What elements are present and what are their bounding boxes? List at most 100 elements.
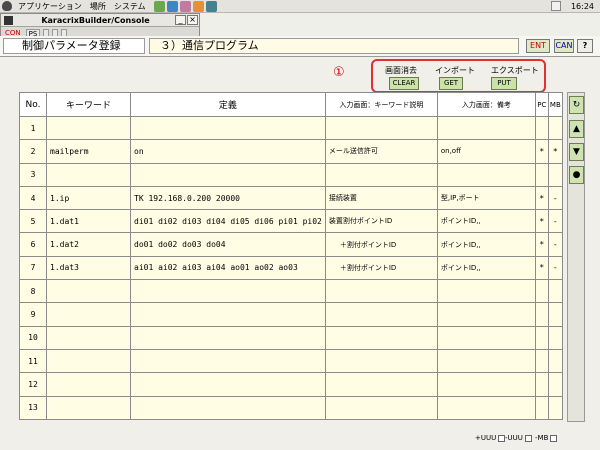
launcher-icon-2[interactable] xyxy=(166,0,178,12)
table-row[interactable]: 13 xyxy=(19,395,563,420)
description-cell[interactable] xyxy=(324,279,438,304)
description-cell[interactable]: ＋割付ポイントID xyxy=(324,255,438,281)
mb-flag-cell[interactable] xyxy=(547,348,563,374)
definition-cell[interactable] xyxy=(130,279,326,304)
mb-flag-cell[interactable]: - xyxy=(547,185,563,211)
launcher-icon-4[interactable] xyxy=(192,0,204,12)
plus-uuu-option[interactable]: +UUU xyxy=(475,434,506,442)
note-cell[interactable] xyxy=(436,325,536,350)
pc-flag-cell[interactable] xyxy=(534,325,549,350)
mb-flag-cell[interactable] xyxy=(547,162,563,187)
keyword-cell[interactable] xyxy=(46,162,131,187)
pc-flag-cell[interactable] xyxy=(534,372,549,397)
pc-flag-cell[interactable] xyxy=(534,115,549,141)
keyword-cell[interactable] xyxy=(46,348,131,374)
put-button[interactable]: PUT xyxy=(491,77,517,90)
menu-places[interactable]: 場所 xyxy=(86,1,110,12)
keyword-cell[interactable] xyxy=(46,395,131,420)
table-row[interactable]: 1 xyxy=(19,115,563,141)
pc-flag-cell[interactable] xyxy=(534,162,549,187)
gnome-foot-icon[interactable] xyxy=(2,1,12,11)
description-cell[interactable] xyxy=(324,325,438,350)
console-titlebar[interactable]: KaracrixBuilder/Console _ × xyxy=(1,14,199,27)
note-cell[interactable]: ポイントID,, xyxy=(436,255,536,281)
description-cell[interactable]: ＋割付ポイントID xyxy=(324,232,438,257)
note-cell[interactable] xyxy=(436,279,536,304)
table-row[interactable]: 3 xyxy=(19,162,563,187)
mb-flag-cell[interactable]: - xyxy=(547,232,563,257)
keyword-cell[interactable] xyxy=(46,279,131,304)
mb-flag-cell[interactable] xyxy=(547,372,563,397)
notification-icon[interactable] xyxy=(550,1,561,11)
note-cell[interactable]: 型,IP,ポート xyxy=(436,185,536,211)
move-down-icon[interactable]: ▼ xyxy=(569,143,584,161)
pc-flag-cell[interactable]: * xyxy=(534,255,549,281)
keyword-cell[interactable]: mailperm xyxy=(46,139,131,164)
minus-mb-checkbox[interactable] xyxy=(550,434,558,442)
pc-flag-cell[interactable] xyxy=(534,395,549,420)
definition-cell[interactable] xyxy=(130,348,326,374)
mb-flag-cell[interactable] xyxy=(547,302,563,327)
mb-flag-cell[interactable] xyxy=(547,325,563,350)
note-cell[interactable] xyxy=(436,115,536,141)
table-row[interactable]: 8 xyxy=(19,279,563,304)
table-row[interactable]: 10 xyxy=(19,325,563,350)
table-row[interactable]: 12 xyxy=(19,372,563,397)
definition-cell[interactable] xyxy=(130,372,326,397)
table-row[interactable]: 2 mailperm on メール送信許可 on,off * * xyxy=(19,139,563,164)
keyword-cell[interactable]: 1.ip xyxy=(46,185,131,211)
refresh-icon[interactable]: ↻ xyxy=(569,96,584,114)
description-cell[interactable] xyxy=(324,395,438,420)
keyword-cell[interactable]: 1.dat3 xyxy=(46,255,131,281)
table-row[interactable]: 6 1.dat2 do01 do02 do03 do04 ＋割付ポイントID ポイントI… xyxy=(19,232,563,257)
pc-flag-cell[interactable] xyxy=(534,302,549,327)
get-button[interactable]: GET xyxy=(439,77,463,90)
table-row[interactable]: 11 xyxy=(19,348,563,374)
mb-flag-cell[interactable]: * xyxy=(547,139,563,164)
note-cell[interactable] xyxy=(436,302,536,327)
launcher-icon-3[interactable] xyxy=(179,0,191,12)
mb-flag-cell[interactable]: - xyxy=(547,255,563,281)
mb-flag-cell[interactable] xyxy=(547,395,563,420)
keyword-cell[interactable] xyxy=(46,325,131,350)
help-button[interactable]: ? xyxy=(577,39,593,53)
definition-cell[interactable] xyxy=(130,115,326,141)
mb-flag-cell[interactable] xyxy=(547,279,563,304)
note-cell[interactable]: ポイントID,, xyxy=(436,232,536,257)
note-cell[interactable]: ポイントID,, xyxy=(436,209,536,234)
note-cell[interactable]: on,off xyxy=(436,139,536,164)
pc-flag-cell[interactable]: * xyxy=(534,209,549,234)
definition-cell[interactable] xyxy=(130,325,326,350)
ent-button[interactable]: ENT xyxy=(526,39,550,53)
keyword-cell[interactable]: 1.dat2 xyxy=(46,232,131,257)
table-row[interactable]: 5 1.dat1 di01 di02 di03 di04 di05 di06 pi0… xyxy=(19,209,563,234)
menu-applications[interactable]: アプリケーション xyxy=(14,1,86,12)
pc-flag-cell[interactable]: * xyxy=(534,185,549,211)
pc-flag-cell[interactable] xyxy=(534,348,549,374)
definition-cell[interactable]: on xyxy=(130,139,326,164)
description-cell[interactable] xyxy=(324,115,438,141)
pc-flag-cell[interactable] xyxy=(534,279,549,304)
minus-uuu-checkbox[interactable] xyxy=(524,434,532,442)
keyword-cell[interactable]: 1.dat1 xyxy=(46,209,131,234)
launcher-icon-1[interactable] xyxy=(153,0,165,12)
close-button[interactable]: × xyxy=(187,15,198,25)
menu-system[interactable]: システム xyxy=(110,1,150,12)
record-dot-icon[interactable]: ● xyxy=(569,166,584,184)
description-cell[interactable] xyxy=(324,348,438,374)
description-cell[interactable] xyxy=(324,372,438,397)
launcher-icon-5[interactable] xyxy=(205,0,217,12)
keyword-cell[interactable] xyxy=(46,372,131,397)
pc-flag-cell[interactable]: * xyxy=(534,139,549,164)
description-cell[interactable] xyxy=(324,162,438,187)
note-cell[interactable] xyxy=(436,348,536,374)
note-cell[interactable] xyxy=(436,372,536,397)
description-cell[interactable]: 装置割付ポイントID xyxy=(324,209,438,234)
minus-uuu-option[interactable]: -UUU xyxy=(505,434,532,442)
note-cell[interactable] xyxy=(436,162,536,187)
minus-mb-option[interactable]: -MB xyxy=(535,434,558,442)
definition-cell[interactable]: di01 di02 di03 di04 di05 di06 pi01 pi02 xyxy=(130,209,326,234)
table-row[interactable]: 7 1.dat3 ai01 ai02 ai03 ai04 ao01 ao02 ao0… xyxy=(19,255,563,281)
mb-flag-cell[interactable] xyxy=(547,115,563,141)
description-cell[interactable]: メール送信許可 xyxy=(324,139,438,164)
